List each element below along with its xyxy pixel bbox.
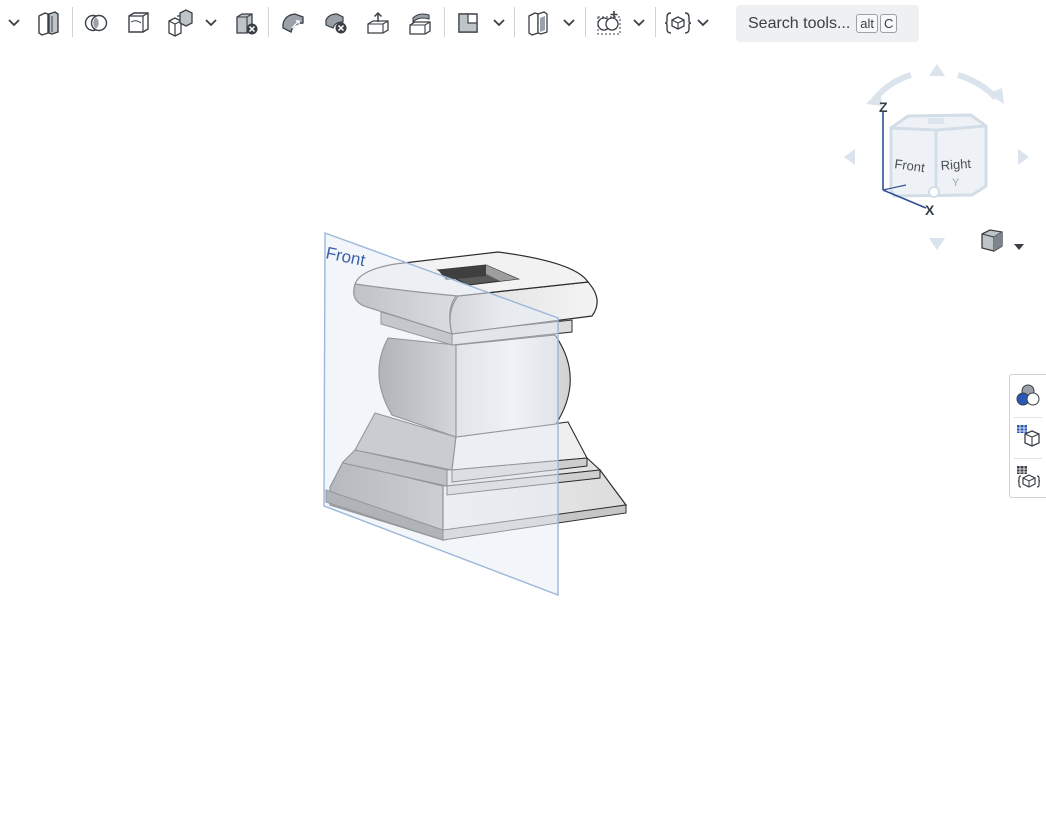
offset-surface-icon xyxy=(125,10,151,36)
axis-z-label: Z xyxy=(879,99,888,115)
chevron-down-icon xyxy=(696,18,710,28)
chevron-down-icon xyxy=(492,18,506,28)
replace-face-icon xyxy=(407,10,433,36)
toolbar-separator xyxy=(585,7,586,37)
custom-table-icon xyxy=(1014,463,1042,495)
boolean-icon xyxy=(83,10,109,36)
display-mode-dropdown[interactable] xyxy=(978,226,1028,256)
plane-button[interactable] xyxy=(452,6,484,40)
parts-list-icon xyxy=(1014,422,1042,454)
pattern-dropdown[interactable] xyxy=(630,6,648,40)
move-face-icon xyxy=(365,10,391,36)
search-tools-input[interactable]: Search tools... alt C xyxy=(736,5,919,42)
custom-table-panel-button[interactable] xyxy=(1010,459,1046,499)
axis-y-label: Y xyxy=(952,177,960,189)
toolbar-separator xyxy=(655,7,656,37)
transform-dropdown[interactable] xyxy=(202,6,220,40)
search-tools-label: Search tools... xyxy=(748,14,851,32)
offset-surface-button[interactable] xyxy=(122,6,154,40)
feature-toolbar: Search tools... alt C xyxy=(0,0,1046,46)
boolean-button[interactable] xyxy=(80,6,112,40)
rotate-arc-right[interactable] xyxy=(957,72,1004,104)
chevron-down-icon xyxy=(562,18,576,28)
rotate-right-arrow[interactable] xyxy=(1018,149,1029,165)
mate-connector-icon xyxy=(525,10,551,36)
shortcut-key-c: C xyxy=(880,14,898,33)
custom-feature-icon xyxy=(664,10,692,36)
toolbar-separator xyxy=(444,7,445,37)
toolbar-separator xyxy=(268,7,269,37)
appearance-panel-button[interactable] xyxy=(1010,377,1046,417)
delete-face-icon xyxy=(323,10,349,36)
split-part-button[interactable] xyxy=(32,6,64,40)
modify-fillet-button[interactable] xyxy=(276,6,310,40)
overflow-dropdown-button[interactable] xyxy=(2,6,26,40)
split-part-icon xyxy=(35,10,61,36)
delete-part-icon xyxy=(233,10,259,36)
pattern-button[interactable] xyxy=(592,6,626,40)
transform-button[interactable] xyxy=(164,6,196,40)
parts-list-panel-button[interactable] xyxy=(1010,418,1046,458)
plane-dropdown[interactable] xyxy=(490,6,508,40)
modify-fillet-icon xyxy=(279,10,307,36)
toolbar-separator xyxy=(514,7,515,37)
delete-part-button[interactable] xyxy=(230,6,262,40)
right-side-panel xyxy=(1009,374,1046,498)
mate-connector-button[interactable] xyxy=(522,6,554,40)
toolbar-separator xyxy=(72,7,73,37)
transform-icon xyxy=(166,9,194,37)
delete-face-button[interactable] xyxy=(320,6,352,40)
pattern-icon xyxy=(595,9,623,37)
rotate-up-arrow[interactable] xyxy=(929,64,945,76)
appearance-icon xyxy=(1014,381,1042,413)
chevron-down-icon xyxy=(7,18,21,28)
chevron-down-icon xyxy=(632,18,646,28)
custom-feature-button[interactable] xyxy=(662,6,694,40)
custom-feature-dropdown[interactable] xyxy=(694,6,712,40)
axis-x-label: X xyxy=(925,202,935,218)
rotate-arc-left[interactable] xyxy=(866,72,912,106)
caret-down-icon xyxy=(1014,236,1024,255)
rotate-down-arrow[interactable] xyxy=(929,238,945,250)
rotate-left-arrow[interactable] xyxy=(844,149,855,165)
replace-face-button[interactable] xyxy=(404,6,436,40)
move-face-button[interactable] xyxy=(362,6,394,40)
graphics-viewport[interactable]: Front xyxy=(300,215,660,615)
plane-icon xyxy=(455,10,481,36)
cube-right-label: Right xyxy=(940,156,972,173)
cad-workspace: Search tools... alt C Front Right Y Z X … xyxy=(0,0,1046,815)
mate-connector-dropdown[interactable] xyxy=(560,6,578,40)
chevron-down-icon xyxy=(204,18,218,28)
shortcut-key-alt: alt xyxy=(856,14,879,33)
